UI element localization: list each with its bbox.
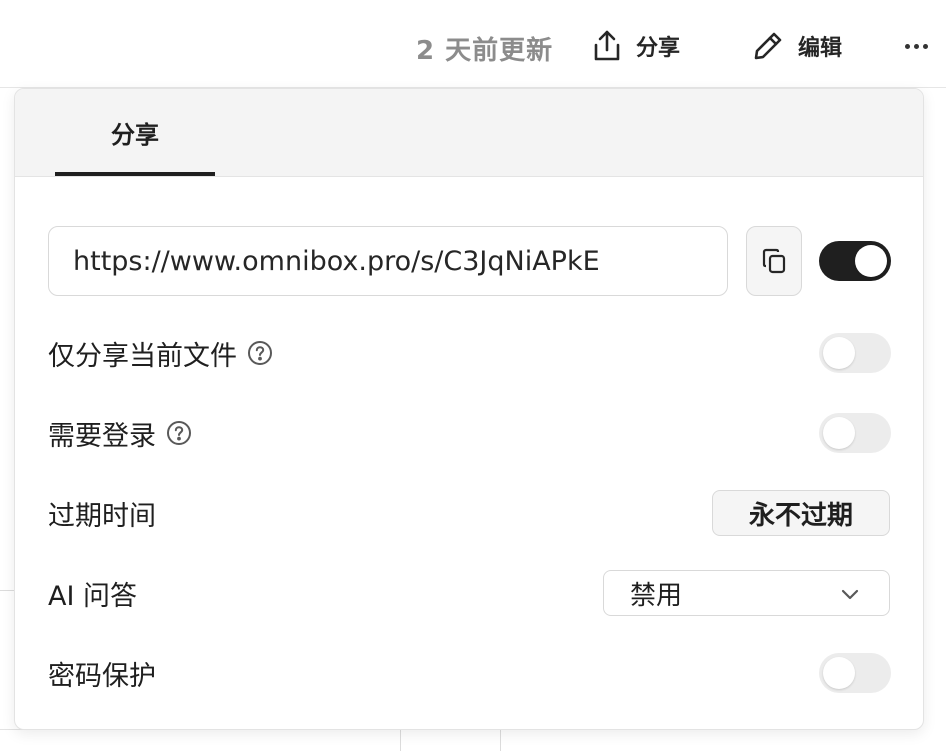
require-login-toggle[interactable] [819,413,891,453]
background-table-cell-divider [400,730,401,751]
popover-tab-bar: 分享 [15,89,923,177]
password-toggle[interactable] [819,653,891,693]
ai-qa-select[interactable]: 禁用 [603,570,890,616]
password-label: 密码保护 [48,660,156,692]
expiry-button[interactable]: 永不过期 [712,490,890,536]
edit-button-label: 编辑 [798,36,843,61]
pencil-icon [754,32,782,60]
more-options-button[interactable] [900,30,932,62]
share-link-toggle[interactable] [819,241,891,281]
ai-qa-label: AI 问答 [48,580,138,612]
share-button-label: 分享 [636,36,681,61]
copy-link-button[interactable] [746,226,802,296]
active-tab-indicator [55,172,215,176]
last-updated-text: 2 天前更新 [416,36,554,66]
toggle-knob [823,417,855,449]
current-file-only-toggle[interactable] [819,333,891,373]
current-file-only-label: 仅分享当前文件 [48,340,237,372]
share-link-field[interactable]: https://www.omnibox.pro/s/C3JqNiAPkE [48,226,728,296]
ai-qa-selected-value: 禁用 [630,580,683,611]
current-file-only-row: 仅分享当前文件 [48,333,273,373]
require-login-row: 需要登录 [48,413,192,453]
help-icon[interactable] [247,340,273,366]
background-table-cell-divider [500,730,501,751]
background-table-fragment [0,729,536,751]
help-icon[interactable] [166,420,192,446]
more-dot-icon [904,43,910,49]
share-popover: 分享 https://www.omnibox.pro/s/C3JqNiAPkE … [14,88,924,730]
expiry-label: 过期时间 [48,500,156,532]
tab-share[interactable]: 分享 [55,89,215,176]
edit-button[interactable]: 编辑 [752,26,842,66]
require-login-label: 需要登录 [48,420,156,452]
background-divider [0,590,14,591]
toggle-knob [855,245,887,277]
share-upload-icon [594,30,620,61]
chevron-down-icon [841,589,859,600]
share-button[interactable]: 分享 [592,26,680,66]
toggle-knob [823,337,855,369]
toggle-knob [823,657,855,689]
copy-icon [762,248,786,274]
top-bar: 2 天前更新 分享 编辑 [0,0,946,88]
more-dot-icon [913,43,919,49]
more-dot-icon [922,43,928,49]
